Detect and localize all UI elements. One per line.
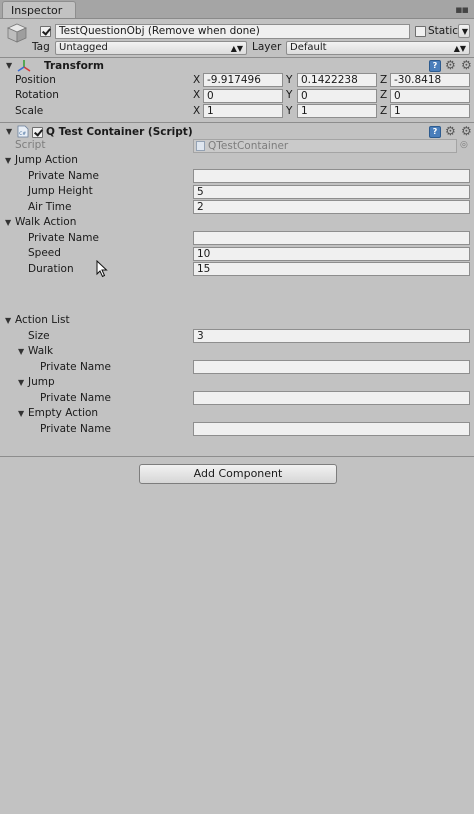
duration-label: Duration [28, 263, 74, 275]
object-name-field[interactable]: TestQuestionObj (Remove when done) [55, 24, 410, 39]
gear-icon[interactable]: ⚙ [461, 125, 472, 137]
layer-dropdown[interactable]: Default ▲▼ [286, 41, 470, 55]
divider [0, 57, 474, 58]
rotation-y-field[interactable]: 0 [297, 89, 377, 103]
object-picker-icon[interactable]: ◎ [460, 138, 468, 152]
walk-item-private-name-field[interactable] [193, 360, 470, 374]
script-file-icon [196, 141, 205, 151]
jump-private-name-field[interactable] [193, 169, 470, 183]
help-book-icon[interactable]: ? [429, 126, 441, 138]
jump-height-label: Jump Height [28, 185, 93, 197]
tab-inspector[interactable]: Inspector [2, 1, 76, 18]
jump-item-private-name-label: Private Name [40, 392, 111, 404]
air-time-field[interactable]: 2 [193, 200, 470, 214]
scale-label: Scale [15, 105, 44, 117]
jump-item-private-name-field[interactable] [193, 391, 470, 405]
walk-private-name-label: Private Name [28, 232, 99, 244]
tag-label: Tag [32, 41, 50, 53]
duration-field[interactable]: 15 [193, 262, 470, 276]
jump-item-foldout-arrow-icon[interactable]: ▼ [18, 376, 24, 390]
air-time-label: Air Time [28, 201, 72, 213]
rotation-z-field[interactable]: 0 [390, 89, 470, 103]
script-object-field[interactable]: QTestContainer [193, 139, 457, 153]
jump-private-name-label: Private Name [28, 170, 99, 182]
static-checkbox[interactable] [415, 26, 426, 37]
static-dropdown[interactable]: ▼ [458, 24, 470, 38]
size-label: Size [28, 330, 50, 342]
svg-text:C#: C# [19, 131, 26, 137]
scale-y-label[interactable]: Y [286, 104, 292, 118]
jump-action-foldout-arrow-icon[interactable]: ▼ [5, 154, 11, 168]
action-list-foldout-arrow-icon[interactable]: ▼ [5, 314, 11, 328]
gear-icon[interactable]: ⚙ [445, 125, 456, 137]
empty-action-item-private-name-label: Private Name [40, 423, 111, 435]
jump-action-label[interactable]: Jump Action [15, 153, 78, 167]
walk-action-foldout-arrow-icon[interactable]: ▼ [5, 216, 11, 230]
gameobject-cube-icon [6, 22, 28, 44]
position-y-label[interactable]: Y [286, 73, 292, 87]
position-z-field[interactable]: -30.8418 [390, 73, 470, 87]
active-toggle-checkbox[interactable] [40, 26, 51, 37]
layer-value: Default [290, 42, 327, 53]
window-menu-icon[interactable]: ▪▪ [455, 3, 469, 16]
walk-action-label[interactable]: Walk Action [15, 215, 76, 229]
speed-label: Speed [28, 247, 61, 259]
rotation-label: Rotation [15, 89, 59, 101]
script-file-icon: C# [17, 125, 29, 138]
script-foldout-arrow-icon[interactable]: ▼ [6, 125, 12, 139]
help-book-icon[interactable]: ? [429, 60, 441, 72]
rotation-y-label[interactable]: Y [286, 88, 292, 102]
transform-foldout-arrow-icon[interactable]: ▼ [6, 59, 12, 73]
layer-label: Layer [252, 41, 282, 53]
position-z-label[interactable]: Z [380, 73, 387, 87]
transform-axes-icon [17, 59, 31, 73]
jump-item-label[interactable]: Jump [28, 375, 55, 389]
walk-item-label[interactable]: Walk [28, 344, 53, 358]
scale-z-label[interactable]: Z [380, 104, 387, 118]
walk-item-foldout-arrow-icon[interactable]: ▼ [18, 345, 24, 359]
divider [0, 456, 474, 457]
empty-action-item-label[interactable]: Empty Action [28, 406, 98, 420]
position-x-field[interactable]: -9.917496 [203, 73, 283, 87]
gear-icon[interactable]: ⚙ [461, 59, 472, 71]
tab-bar: Inspector ▪▪ [0, 0, 474, 19]
empty-action-item-private-name-field[interactable] [193, 422, 470, 436]
walk-private-name-field[interactable] [193, 231, 470, 245]
gear-icon[interactable]: ⚙ [445, 59, 456, 71]
position-y-field[interactable]: 0.1422238 [297, 73, 377, 87]
tag-dropdown[interactable]: Untagged ▲▼ [55, 41, 247, 55]
tab-inspector-label: Inspector [11, 4, 63, 17]
rotation-x-label[interactable]: X [193, 88, 200, 102]
rotation-x-field[interactable]: 0 [203, 89, 283, 103]
script-enabled-checkbox[interactable] [32, 127, 43, 138]
scale-x-field[interactable]: 1 [203, 104, 283, 118]
scale-y-field[interactable]: 1 [297, 104, 377, 118]
rotation-z-label[interactable]: Z [380, 88, 387, 102]
position-x-label[interactable]: X [193, 73, 200, 87]
position-label: Position [15, 74, 56, 86]
script-label: Script [15, 139, 46, 151]
static-label: Static [428, 25, 459, 37]
script-component-title[interactable]: Q Test Container (Script) [46, 125, 193, 139]
script-value: QTestContainer [208, 140, 289, 152]
transform-title[interactable]: Transform [44, 59, 104, 73]
scale-x-label[interactable]: X [193, 104, 200, 118]
divider [0, 122, 474, 123]
jump-height-field[interactable]: 5 [193, 185, 470, 199]
chevron-down-icon: ▲▼ [230, 44, 243, 53]
size-field[interactable]: 3 [193, 329, 470, 343]
walk-item-private-name-label: Private Name [40, 361, 111, 373]
add-component-button[interactable]: Add Component [139, 464, 337, 484]
tag-value: Untagged [59, 42, 108, 53]
chevron-down-icon: ▲▼ [453, 44, 466, 53]
mouse-pointer-icon [96, 259, 108, 281]
empty-action-item-foldout-arrow-icon[interactable]: ▼ [18, 407, 24, 421]
action-list-label[interactable]: Action List [15, 313, 70, 327]
speed-field[interactable]: 10 [193, 247, 470, 261]
scale-z-field[interactable]: 1 [390, 104, 470, 118]
